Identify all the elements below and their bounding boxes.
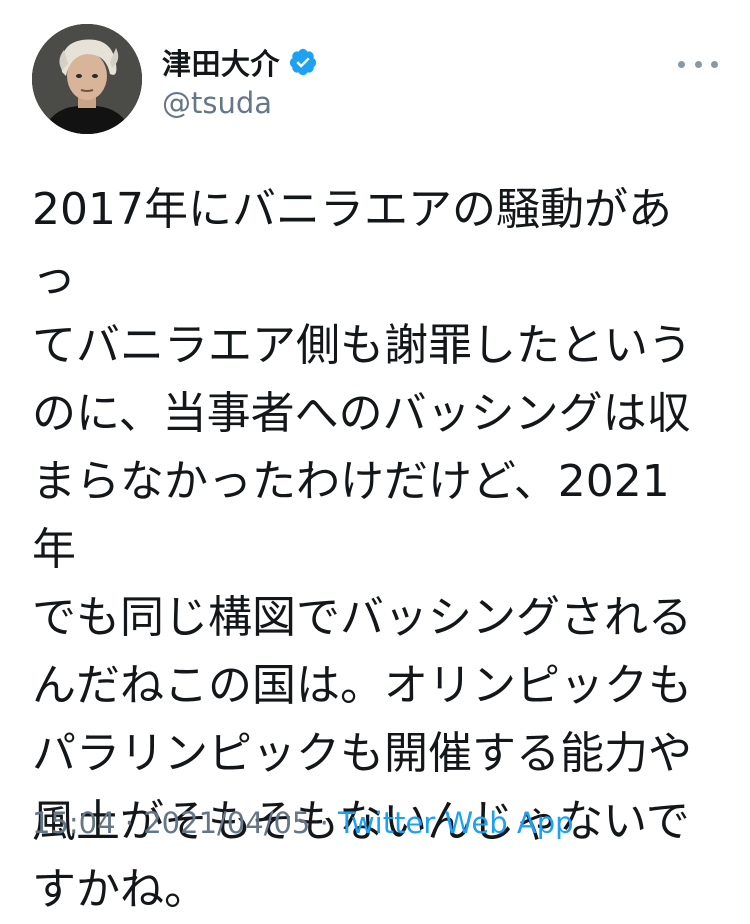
tweet-meta: 15:04 · 2021/04/05 · Twitter Web App: [32, 806, 574, 840]
meta-separator: ·: [115, 806, 144, 840]
meta-separator: ·: [310, 806, 339, 840]
user-handle[interactable]: @tsuda: [162, 86, 318, 120]
more-dot: [678, 60, 685, 68]
user-names: 津田大介 @tsuda: [162, 42, 318, 120]
tweet-header: 津田大介 @tsuda: [32, 24, 718, 136]
tweet-date[interactable]: 2021/04/05: [143, 806, 310, 840]
more-options-icon[interactable]: [678, 54, 718, 74]
name-row: 津田大介: [162, 42, 318, 82]
verified-badge-icon: [288, 47, 318, 77]
avatar[interactable]: [32, 24, 142, 134]
tweet-card: 津田大介 @tsuda 2017年にバニラエアの騒動があっ てバニラエア側も謝罪…: [0, 0, 750, 915]
more-dot: [711, 60, 718, 68]
more-dot: [694, 60, 702, 68]
tweet-source-link[interactable]: Twitter Web App: [338, 806, 574, 840]
avatar-image: [32, 24, 142, 134]
tweet-time[interactable]: 15:04: [32, 806, 116, 840]
display-name[interactable]: 津田大介: [162, 41, 280, 83]
